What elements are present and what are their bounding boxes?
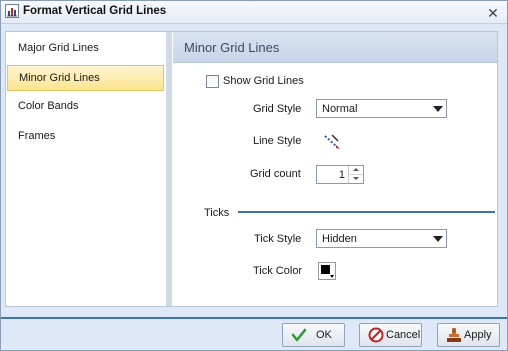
nav-item-color-bands[interactable]: Color Bands xyxy=(7,93,164,119)
close-icon[interactable]: ✕ xyxy=(485,5,501,21)
grid-count-stepper[interactable]: 1 xyxy=(316,165,364,184)
panel-header: Minor Grid Lines xyxy=(173,32,497,63)
tick-style-label: Tick Style xyxy=(254,233,302,245)
category-nav: Major Grid Lines Minor Grid Lines Color … xyxy=(6,32,167,306)
panel-splitter[interactable] xyxy=(166,32,172,306)
ok-button-label: OK xyxy=(316,329,332,341)
chart-format-icon xyxy=(5,4,19,18)
chevron-down-icon xyxy=(433,106,443,112)
tick-color-picker[interactable] xyxy=(318,262,336,280)
panel-title: Minor Grid Lines xyxy=(184,40,280,55)
grid-count-value: 1 xyxy=(338,169,345,181)
cancel-button-label: Cancel xyxy=(386,329,421,341)
stepper-buttons xyxy=(348,166,363,183)
footer-divider xyxy=(1,317,507,319)
grid-style-select[interactable]: Normal xyxy=(316,99,447,118)
stepper-up-button[interactable] xyxy=(349,166,363,175)
nav-item-major-grid-lines[interactable]: Major Grid Lines xyxy=(7,35,164,61)
show-grid-lines-checkbox[interactable] xyxy=(206,75,219,88)
color-swatch-fill xyxy=(321,265,330,274)
format-vertical-grid-lines-dialog: Format Vertical Grid Lines ✕ Major Grid … xyxy=(0,0,508,351)
cancel-icon xyxy=(368,327,384,343)
line-style-icon[interactable] xyxy=(323,132,341,150)
grid-style-value: Normal xyxy=(322,103,358,115)
cancel-button[interactable]: Cancel xyxy=(359,323,422,347)
title-bar[interactable]: Format Vertical Grid Lines ✕ xyxy=(1,1,507,24)
line-style-label: Line Style xyxy=(253,135,302,147)
stepper-down-button[interactable] xyxy=(349,175,363,183)
ok-button[interactable]: OK xyxy=(282,323,345,347)
apply-button[interactable]: Apply xyxy=(437,323,500,347)
chevron-down-icon xyxy=(353,177,359,180)
checkmark-icon xyxy=(291,327,307,343)
tick-color-label: Tick Color xyxy=(253,265,303,277)
stamp-icon xyxy=(446,327,462,343)
chevron-down-icon xyxy=(433,236,443,242)
ticks-section-divider xyxy=(238,211,495,213)
settings-panel: Minor Grid Lines Show Grid Lines Grid St… xyxy=(173,32,497,306)
tick-style-value: Hidden xyxy=(322,233,357,245)
nav-item-frames[interactable]: Frames xyxy=(7,123,164,149)
apply-button-label: Apply xyxy=(464,329,492,341)
show-grid-lines-label: Show Grid Lines xyxy=(223,75,304,87)
dialog-title: Format Vertical Grid Lines xyxy=(23,5,167,17)
chevron-down-icon xyxy=(330,275,334,278)
tick-style-select[interactable]: Hidden xyxy=(316,229,447,248)
grid-style-label: Grid Style xyxy=(253,103,302,115)
nav-item-minor-grid-lines[interactable]: Minor Grid Lines xyxy=(7,65,164,91)
ticks-section-label: Ticks xyxy=(204,207,230,219)
dialog-body: Major Grid Lines Minor Grid Lines Color … xyxy=(5,31,498,307)
chevron-up-icon xyxy=(353,168,359,171)
grid-count-label: Grid count xyxy=(250,168,301,180)
